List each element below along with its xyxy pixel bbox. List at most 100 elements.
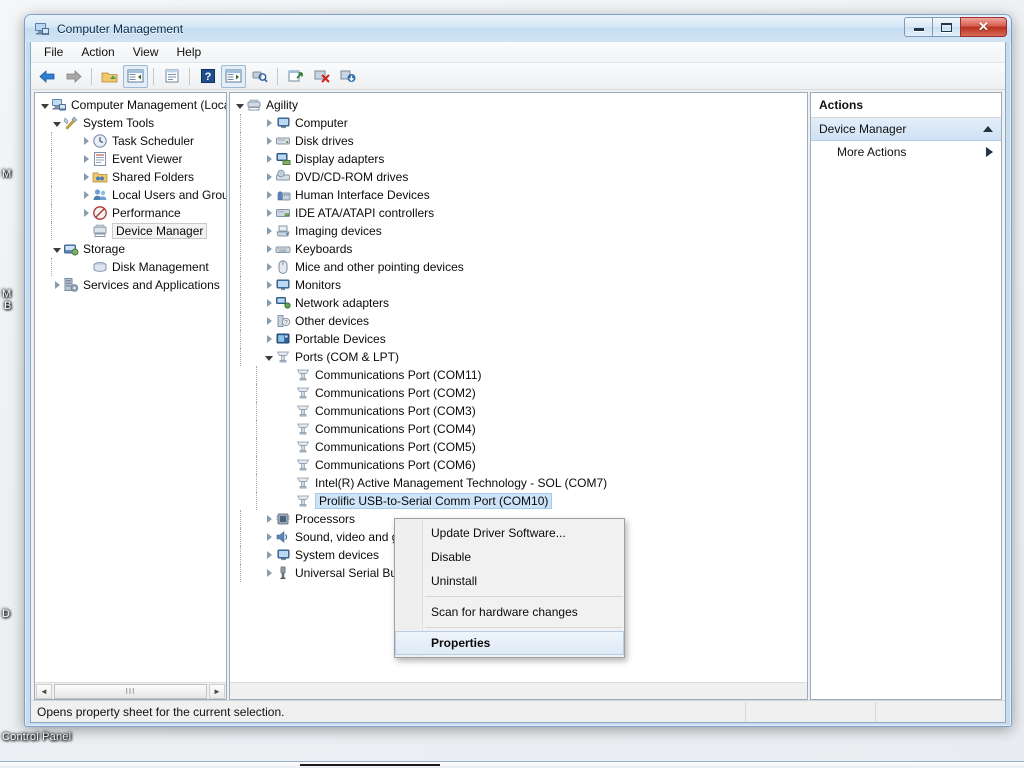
twisty-closed-icon[interactable] xyxy=(263,186,275,204)
twisty-closed-icon[interactable] xyxy=(263,564,275,582)
twisty-closed-icon[interactable] xyxy=(263,204,275,222)
twisty-closed-icon[interactable] xyxy=(263,240,275,258)
twisty-closed-icon[interactable] xyxy=(263,276,275,294)
device-node-network-adapters[interactable]: Network adapters xyxy=(240,294,807,312)
twisty-closed-icon[interactable] xyxy=(80,204,92,222)
scrollbar-thumb[interactable]: III xyxy=(54,683,207,699)
tree-node-services-and-applications[interactable]: Services and Applications xyxy=(35,276,226,294)
device-node-imaging-devices[interactable]: Imaging devices xyxy=(240,222,807,240)
tree-node-task-scheduler[interactable]: Task Scheduler xyxy=(51,132,226,150)
twisty-closed-icon[interactable] xyxy=(263,294,275,312)
submenu-caret-icon[interactable] xyxy=(986,147,993,157)
device-node-monitors[interactable]: Monitors xyxy=(240,276,807,294)
context-menu-item-disable[interactable]: Disable xyxy=(395,545,624,569)
device-node-portable-devices[interactable]: Portable Devices xyxy=(240,330,807,348)
actions-group-device-manager[interactable]: Device Manager xyxy=(811,118,1001,141)
device-node-ide-ata-atapi-controllers[interactable]: IDE ATA/ATAPI controllers xyxy=(240,204,807,222)
device-node-com-port[interactable]: Communications Port (COM5) xyxy=(256,438,807,456)
twisty-closed-icon[interactable] xyxy=(80,150,92,168)
twisty-closed-icon[interactable] xyxy=(263,150,275,168)
actions-item-more-actions[interactable]: More Actions xyxy=(811,141,1001,163)
twisty-open-icon[interactable] xyxy=(51,240,63,258)
device-node-ports[interactable]: Ports (COM & LPT) xyxy=(240,348,807,366)
device-node-com-port[interactable]: Communications Port (COM11) xyxy=(256,366,807,384)
menu-action[interactable]: Action xyxy=(72,43,123,62)
device-node-intel-amt-sol-port[interactable]: Intel(R) Active Management Technology - … xyxy=(256,474,807,492)
twisty-closed-icon[interactable] xyxy=(80,132,92,150)
device-node-com-port[interactable]: Communications Port (COM3) xyxy=(256,402,807,420)
uninstall-device-button[interactable] xyxy=(309,65,334,88)
device-node-computer[interactable]: Computer xyxy=(240,114,807,132)
device-node-disk-drives[interactable]: Disk drives xyxy=(240,132,807,150)
menu-help[interactable]: Help xyxy=(168,43,211,62)
device-node-com-port[interactable]: Communications Port (COM6) xyxy=(256,456,807,474)
twisty-closed-icon[interactable] xyxy=(263,546,275,564)
scan-hardware-changes-button[interactable] xyxy=(335,65,360,88)
tree-node-performance[interactable]: Performance xyxy=(51,204,226,222)
desktop-icon-label[interactable]: D xyxy=(2,608,10,620)
collapse-caret-icon[interactable] xyxy=(983,126,993,132)
twisty-closed-icon[interactable] xyxy=(263,168,275,186)
device-node-dvd-cd-rom-drives[interactable]: DVD/CD-ROM drives xyxy=(240,168,807,186)
sidebar-item-device-manager[interactable]: Device Manager xyxy=(51,222,226,240)
twisty-closed-icon[interactable] xyxy=(80,168,92,186)
device-tree-hscrollbar[interactable] xyxy=(230,682,807,699)
console-tree-hscrollbar[interactable]: ◄ III ► xyxy=(35,682,226,699)
twisty-closed-icon[interactable] xyxy=(263,114,275,132)
update-driver-button[interactable] xyxy=(283,65,308,88)
scan-button[interactable] xyxy=(247,65,272,88)
back-button[interactable] xyxy=(35,65,60,88)
help-button[interactable]: ? xyxy=(195,65,220,88)
menu-view[interactable]: View xyxy=(124,43,168,62)
device-node-human-interface-devices[interactable]: Human Interface Devices xyxy=(240,186,807,204)
forward-button[interactable] xyxy=(61,65,86,88)
up-one-level-button[interactable] xyxy=(97,65,122,88)
twisty-closed-icon[interactable] xyxy=(51,276,63,294)
device-node-display-adapters[interactable]: Display adapters xyxy=(240,150,807,168)
twisty-closed-icon[interactable] xyxy=(263,312,275,330)
device-node-root[interactable]: Agility xyxy=(230,96,807,114)
device-node-keyboards[interactable]: Keyboards xyxy=(240,240,807,258)
device-node-com-port[interactable]: Communications Port (COM2) xyxy=(256,384,807,402)
context-menu-item-scan-for-hardware-changes[interactable]: Scan for hardware changes xyxy=(395,600,624,624)
twisty-closed-icon[interactable] xyxy=(263,528,275,546)
device-node-com-port[interactable]: Communications Port (COM4) xyxy=(256,420,807,438)
twisty-closed-icon[interactable] xyxy=(263,510,275,528)
tree-node-system-tools[interactable]: System Tools xyxy=(35,114,226,132)
device-node-prolific-usb-to-serial-port[interactable]: Prolific USB-to-Serial Comm Port (COM10) xyxy=(256,492,807,510)
device-node-other-devices[interactable]: ? Other devices xyxy=(240,312,807,330)
twisty-closed-icon[interactable] xyxy=(263,222,275,240)
desktop-icon-control-panel[interactable]: Control Panel xyxy=(2,731,71,743)
taskbar-window-button[interactable] xyxy=(300,764,440,768)
window-titlebar[interactable]: Computer Management ✕ xyxy=(25,15,1011,42)
scroll-right-arrow-icon[interactable]: ► xyxy=(209,683,225,699)
device-node-mice-and-other-pointing-devices[interactable]: Mice and other pointing devices xyxy=(240,258,807,276)
twisty-open-icon[interactable] xyxy=(51,114,63,132)
twisty-open-icon[interactable] xyxy=(39,96,51,114)
show-hide-console-tree-button[interactable] xyxy=(123,64,148,88)
twisty-open-icon[interactable] xyxy=(263,348,275,366)
tree-node-storage[interactable]: Storage xyxy=(35,240,226,258)
desktop-icon-label[interactable]: B xyxy=(4,300,12,312)
context-menu-item-uninstall[interactable]: Uninstall xyxy=(395,569,624,593)
tree-node-disk-management[interactable]: Disk Management xyxy=(51,258,226,276)
maximize-button[interactable] xyxy=(932,17,961,37)
minimize-button[interactable] xyxy=(904,17,933,37)
tree-node-root[interactable]: Computer Management (Local xyxy=(35,96,226,114)
twisty-closed-icon[interactable] xyxy=(80,186,92,204)
context-menu-item-properties[interactable]: Properties xyxy=(395,631,624,655)
desktop-icon-label[interactable]: M xyxy=(2,168,11,180)
close-button[interactable]: ✕ xyxy=(960,17,1007,37)
properties-button[interactable] xyxy=(159,65,184,88)
tree-node-event-viewer[interactable]: Event Viewer xyxy=(51,150,226,168)
show-hide-action-pane-button[interactable] xyxy=(221,64,246,88)
twisty-closed-icon[interactable] xyxy=(263,258,275,276)
menu-file[interactable]: File xyxy=(35,43,72,62)
twisty-closed-icon[interactable] xyxy=(263,132,275,150)
twisty-open-icon[interactable] xyxy=(234,96,246,114)
tree-node-shared-folders[interactable]: Shared Folders xyxy=(51,168,226,186)
twisty-closed-icon[interactable] xyxy=(263,330,275,348)
context-menu-item-update-driver-software[interactable]: Update Driver Software... xyxy=(395,521,624,545)
scroll-left-arrow-icon[interactable]: ◄ xyxy=(36,683,52,699)
desktop-icon-label[interactable]: M xyxy=(2,288,11,300)
